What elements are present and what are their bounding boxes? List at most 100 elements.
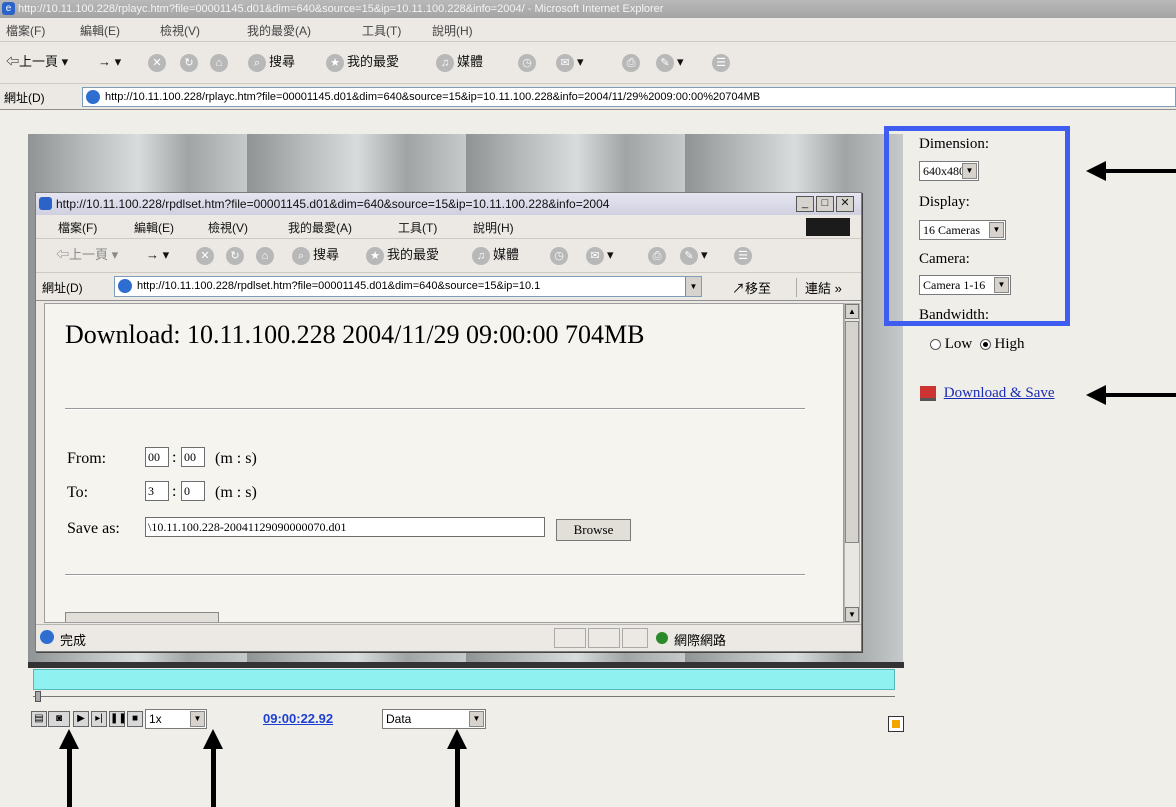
minimize-button[interactable]: _ xyxy=(796,196,814,212)
menu-help[interactable]: 說明(H) xyxy=(432,22,473,39)
speed-select[interactable]: 1x ▼ xyxy=(145,709,207,729)
discuss-button[interactable]: ☰ xyxy=(712,50,733,74)
print-button[interactable]: ⎙ xyxy=(622,50,643,74)
status-pane xyxy=(554,628,586,648)
menu-file[interactable]: 檔案(F) xyxy=(6,22,45,39)
media-button[interactable]: ♫ 媒體 xyxy=(472,243,519,267)
home-icon: ⌂ xyxy=(256,246,274,265)
print-button[interactable]: ⎙ xyxy=(648,243,669,267)
stop-button[interactable]: ✕ xyxy=(148,50,169,74)
menu-edit[interactable]: 編輯(E) xyxy=(134,219,174,236)
refresh-button[interactable]: ↻ xyxy=(180,50,201,74)
refresh-button[interactable]: ↻ xyxy=(226,243,247,267)
history-icon: ◷ xyxy=(550,246,568,265)
menu-file[interactable]: 檔案(F) xyxy=(58,219,97,236)
back-button[interactable]: ⇦上一頁 ▾ xyxy=(56,243,118,267)
camera-strip xyxy=(247,662,466,668)
annotation-arrow xyxy=(59,729,79,807)
slider-thumb[interactable] xyxy=(35,691,41,702)
play-icon[interactable]: ▶ xyxy=(73,711,89,727)
bandwidth-low-radio[interactable] xyxy=(930,339,941,351)
mail-button[interactable]: ✉ ▾ xyxy=(586,243,614,267)
download-save: Download & Save xyxy=(920,385,1055,402)
discuss-icon: ☰ xyxy=(712,53,730,72)
menu-tools[interactable]: 工具(T) xyxy=(398,219,437,236)
search-icon: ⌕ xyxy=(248,53,266,72)
scroll-thumb[interactable] xyxy=(845,321,859,543)
links-button[interactable]: 連結 » xyxy=(796,278,842,297)
address-bar: 網址(D) http://10.11.100.228/rplayc.htm?fi… xyxy=(0,84,1176,110)
scroll-up-icon[interactable]: ▲ xyxy=(845,304,859,319)
status-pane xyxy=(588,628,620,648)
step-forward-icon[interactable]: ▸| xyxy=(91,711,107,727)
browse-button[interactable]: Browse xyxy=(556,519,631,541)
bandwidth-high-radio[interactable] xyxy=(979,339,991,351)
forward-button[interactable]: → ▾ xyxy=(98,50,121,74)
display-mode-icon[interactable] xyxy=(888,716,904,732)
save-icon[interactable]: ▤ xyxy=(31,711,47,727)
from-minutes-input[interactable]: 00 xyxy=(145,447,169,467)
history-button[interactable]: ◷ xyxy=(550,243,571,267)
from-seconds-input[interactable]: 00 xyxy=(181,447,205,467)
from-unit-label: (m : s) xyxy=(215,450,257,467)
stop-icon[interactable]: ■ xyxy=(127,711,143,727)
timecode-link[interactable]: 09:00:22.92 xyxy=(263,711,333,726)
divider xyxy=(65,574,805,576)
stop-button[interactable]: ✕ xyxy=(196,243,217,267)
favorites-button[interactable]: ★ 我的最愛 xyxy=(366,243,439,267)
menu-view[interactable]: 檢視(V) xyxy=(160,22,200,39)
refresh-icon: ↻ xyxy=(226,246,244,265)
from-label: From: xyxy=(67,450,107,467)
go-arrow-icon: ↗ xyxy=(732,281,746,296)
menu-favorites[interactable]: 我的最愛(A) xyxy=(247,22,311,39)
download-save-link[interactable]: Download & Save xyxy=(944,385,1055,401)
divider xyxy=(65,408,805,410)
to-minutes-input[interactable]: 3 xyxy=(145,481,169,501)
timeline-slider[interactable] xyxy=(33,691,895,702)
edit-button[interactable]: ✎ ▾ xyxy=(680,243,708,267)
print-icon: ⎙ xyxy=(648,246,666,265)
history-button[interactable]: ◷ xyxy=(518,50,539,74)
home-button[interactable]: ⌂ xyxy=(256,243,277,267)
status-done: 完成 xyxy=(60,633,87,648)
menu-favorites[interactable]: 我的最愛(A) xyxy=(288,219,352,236)
menu-tools[interactable]: 工具(T) xyxy=(362,22,401,39)
search-button[interactable]: ⌕ 搜尋 xyxy=(248,50,295,74)
download-button[interactable] xyxy=(65,612,219,622)
chevron-down-icon[interactable]: ▼ xyxy=(685,277,701,296)
favorites-button[interactable]: ★ 我的最愛 xyxy=(326,50,399,74)
back-button[interactable]: ⇦上一頁 ▾ xyxy=(6,50,68,74)
mail-button[interactable]: ✉ ▾ xyxy=(556,50,584,74)
forward-button[interactable]: → ▾ xyxy=(146,243,169,267)
timeline-bar[interactable] xyxy=(33,669,895,690)
edit-button[interactable]: ✎ ▾ xyxy=(656,50,684,74)
menu-help[interactable]: 說明(H) xyxy=(473,219,514,236)
go-button[interactable]: ↗移至 xyxy=(732,278,771,297)
discuss-button[interactable]: ☰ xyxy=(734,243,755,267)
maximize-button[interactable]: □ xyxy=(816,196,834,212)
popup-scrollbar[interactable]: ▲ ▼ xyxy=(844,303,860,623)
menu-view[interactable]: 檢視(V) xyxy=(208,219,248,236)
to-seconds-input[interactable]: 0 xyxy=(181,481,205,501)
download-title: Download: 10.11.100.228 2004/11/29 09:00… xyxy=(65,320,645,349)
close-button[interactable]: ✕ xyxy=(836,196,854,212)
mode-select[interactable]: Data ▼ xyxy=(382,709,486,729)
menu-bar: 檔案(F) 編輯(E) 檢視(V) 我的最愛(A) 工具(T) 說明(H) xyxy=(0,18,1176,42)
edit-icon: ✎ xyxy=(680,246,698,265)
highlight-box xyxy=(884,126,1070,326)
snapshot-camera-icon[interactable]: ◙ xyxy=(48,711,70,727)
menu-edit[interactable]: 編輯(E) xyxy=(80,22,120,39)
media-button[interactable]: ♫ 媒體 xyxy=(436,50,483,74)
pause-icon[interactable]: ❚❚ xyxy=(109,711,127,727)
bandwidth-high-label: High xyxy=(994,336,1025,352)
window-title-bar: e http://10.11.100.228/rplayc.htm?file=0… xyxy=(0,0,1176,18)
popup-address-input[interactable]: http://10.11.100.228/rpdlset.htm?file=00… xyxy=(114,276,702,297)
save-as-input[interactable]: \10.11.100.228-20041129090000070.d01 xyxy=(145,517,545,537)
mail-icon: ✉ xyxy=(586,246,604,265)
popup-title-bar: http://10.11.100.228/rpdlset.htm?file=00… xyxy=(36,193,861,215)
home-button[interactable]: ⌂ xyxy=(210,50,231,74)
popup-page-body: Download: 10.11.100.228 2004/11/29 09:00… xyxy=(44,303,844,623)
scroll-down-icon[interactable]: ▼ xyxy=(845,607,859,622)
search-button[interactable]: ⌕ 搜尋 xyxy=(292,243,339,267)
address-input[interactable]: http://10.11.100.228/rplayc.htm?file=000… xyxy=(82,87,1176,107)
